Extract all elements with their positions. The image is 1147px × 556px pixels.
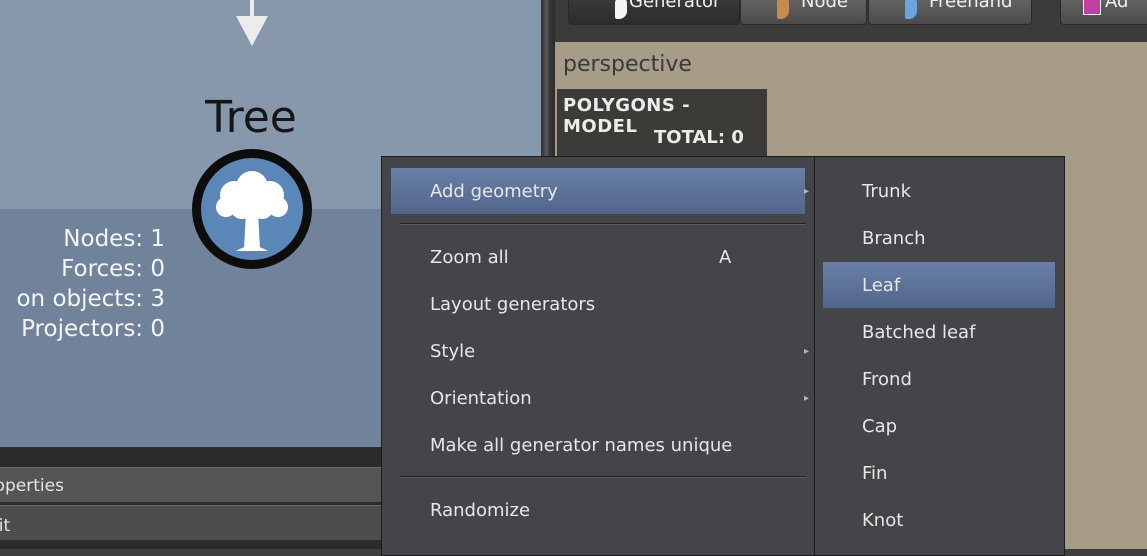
forces-count: Forces: 0 (61, 256, 165, 282)
submenu-item-cap[interactable]: Cap (823, 403, 1055, 449)
connector-arrow-icon (236, 0, 268, 46)
properties-panel-header[interactable]: roperties (0, 467, 395, 503)
freehand-tool-label: Freehand (929, 0, 1013, 12)
nodes-count: Nodes: 1 (63, 226, 165, 252)
polygon-stats-overlay: POLYGONS - MODEL TOTAL: 0 (557, 89, 767, 157)
node-tool-button[interactable]: Node (740, 0, 867, 25)
menu-item-make-names-unique[interactable]: Make all generator names unique (391, 422, 805, 468)
generator-tool-button[interactable]: Generator (568, 0, 740, 25)
add-icon (1083, 0, 1101, 15)
submenu-arrow-icon: ▸ (804, 186, 810, 197)
menu-item-label: Zoom all (430, 247, 509, 268)
submenu-item-label: Trunk (862, 181, 911, 202)
menu-item-label: Make all generator names unique (430, 435, 733, 456)
submenu-item-frond[interactable]: Frond (823, 356, 1055, 402)
submenu-item-label: Fin (862, 463, 888, 484)
menu-item-label: Layout generators (430, 294, 596, 315)
menu-item-label: Style (430, 341, 476, 362)
properties-panel-label: roperties (0, 476, 64, 496)
submenu-item-label: Knot (862, 510, 904, 531)
menu-item-style[interactable]: Style ▸ (391, 328, 809, 374)
tree-node-title: Tree (205, 92, 297, 143)
submenu-arrow-icon: ▸ (804, 346, 810, 357)
submenu-item-branch[interactable]: Branch (823, 215, 1055, 261)
add-tool-button[interactable]: Ad (1060, 0, 1147, 25)
bottom-panels: roperties dit (0, 447, 395, 549)
menu-separator (400, 476, 806, 478)
projectors-count: Projectors: 0 (21, 316, 165, 342)
submenu-item-label: Cap (862, 416, 898, 437)
node-tool-label: Node (801, 0, 848, 12)
freehand-brush-icon (905, 0, 917, 19)
menu-item-zoom-all[interactable]: Zoom all A (391, 234, 805, 280)
submenu-item-batched-leaf[interactable]: Batched leaf (823, 309, 1055, 355)
polygon-stats-total: TOTAL: 0 (654, 127, 744, 148)
submenu-item-knot[interactable]: Knot (823, 497, 1055, 543)
toolbar: Generator Node Freehand Ad (555, 0, 1147, 42)
menu-item-label: Randomize (430, 500, 531, 521)
menu-item-shortcut: A (719, 247, 732, 268)
submenu-item-label: Leaf (862, 275, 901, 296)
context-menu: Add geometry ▸ Zoom all A Layout generat… (381, 156, 815, 556)
collision-objects-count: on objects: 3 (16, 286, 165, 312)
submenu-item-label: Batched leaf (862, 322, 976, 343)
menu-item-layout-generators[interactable]: Layout generators (391, 281, 805, 327)
submenu-item-leaf[interactable]: Leaf (823, 262, 1055, 308)
freehand-tool-button[interactable]: Freehand (868, 0, 1032, 25)
edit-panel-label: dit (0, 516, 11, 536)
generator-brush-icon (615, 0, 627, 19)
menu-item-randomize[interactable]: Randomize (391, 487, 805, 533)
submenu-arrow-icon: ▸ (804, 393, 810, 404)
submenu-item-fin[interactable]: Fin (823, 450, 1055, 496)
add-tool-label: Ad (1105, 0, 1129, 12)
node-brush-icon (777, 0, 789, 19)
submenu-item-trunk[interactable]: Trunk (823, 168, 1055, 214)
menu-item-label: Orientation (430, 388, 532, 409)
menu-separator (400, 223, 806, 225)
tree-node-icon[interactable] (188, 145, 316, 273)
generator-tool-label: Generator (629, 0, 721, 12)
viewport-label: perspective (563, 52, 692, 77)
menu-item-add-geometry[interactable]: Add geometry ▸ (391, 168, 809, 214)
edit-panel-header[interactable]: dit (0, 505, 395, 541)
add-geometry-submenu: Trunk Branch Leaf Batched leaf Frond Cap… (814, 156, 1065, 556)
menu-item-orientation[interactable]: Orientation ▸ (391, 375, 809, 421)
submenu-item-label: Frond (862, 369, 912, 390)
submenu-item-label: Branch (862, 228, 926, 249)
menu-item-label: Add geometry (430, 181, 558, 202)
